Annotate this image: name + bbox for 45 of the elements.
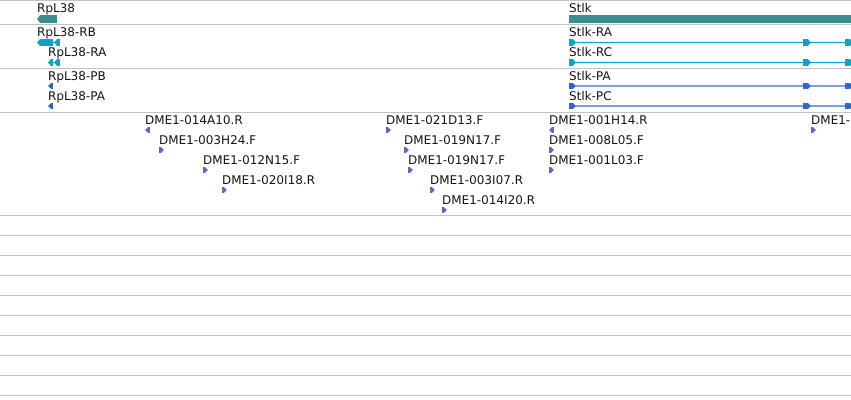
triangle-icon[interactable] bbox=[203, 167, 208, 173]
triangle-icon[interactable] bbox=[222, 187, 227, 193]
feature-label[interactable]: Stlk-RC bbox=[569, 46, 612, 59]
triangle-icon[interactable] bbox=[408, 167, 413, 173]
feature-label[interactable]: Stlk-PA bbox=[569, 70, 611, 83]
triangle-icon[interactable] bbox=[811, 127, 816, 133]
triangle-icon[interactable] bbox=[549, 167, 554, 173]
triangle-icon[interactable] bbox=[145, 127, 150, 133]
feature-label[interactable]: DME1-001H14.R bbox=[549, 114, 648, 127]
protein-drawing[interactable] bbox=[569, 83, 851, 89]
feature-label[interactable]: DME1-019N17.F bbox=[404, 134, 502, 147]
feature-label[interactable]: Stlk-PC bbox=[569, 90, 612, 103]
triangle-icon[interactable] bbox=[386, 127, 391, 133]
feature-label[interactable]: RpL38-RB bbox=[37, 26, 96, 39]
feature-label[interactable]: RpL38-RA bbox=[48, 46, 106, 59]
protein-drawing[interactable] bbox=[569, 103, 851, 109]
feature-label[interactable]: RpL38-PA bbox=[48, 90, 105, 103]
triangle-icon[interactable] bbox=[549, 127, 554, 133]
triangle-icon[interactable] bbox=[404, 147, 409, 153]
protein-drawing[interactable] bbox=[48, 83, 53, 89]
feature-label[interactable]: DME1-003H24.F bbox=[159, 134, 256, 147]
feature-label[interactable]: DME1-012N15.F bbox=[203, 154, 300, 167]
feature-label[interactable]: Stlk bbox=[569, 2, 592, 15]
feature-label[interactable]: DME1- bbox=[811, 114, 850, 127]
feature-label[interactable]: DME1-008L05.F bbox=[549, 134, 644, 147]
triangle-icon[interactable] bbox=[159, 147, 164, 153]
feature-label[interactable]: RpL38-PB bbox=[48, 70, 106, 83]
feature-label[interactable]: DME1-001L03.F bbox=[549, 154, 644, 167]
feature-label[interactable]: DME1-014I20.R bbox=[442, 194, 536, 207]
triangle-icon[interactable] bbox=[442, 207, 447, 213]
feature-label[interactable]: RpL38 bbox=[37, 2, 75, 15]
transcript-drawing[interactable] bbox=[37, 39, 60, 46]
feature-label[interactable]: DME1-014A10.R bbox=[145, 114, 243, 127]
protein-drawing[interactable] bbox=[48, 103, 53, 109]
feature-label[interactable]: Stlk-RA bbox=[569, 26, 612, 39]
gene-bar[interactable] bbox=[37, 15, 57, 23]
triangle-icon[interactable] bbox=[549, 147, 554, 153]
feature-label[interactable]: DME1-019N17.F bbox=[408, 154, 506, 167]
feature-label[interactable]: DME1-020I18.R bbox=[222, 174, 316, 187]
transcript-drawing[interactable] bbox=[569, 59, 851, 66]
transcript-drawing[interactable] bbox=[569, 39, 851, 46]
feature-label[interactable]: DME1-021D13.F bbox=[386, 114, 484, 127]
triangle-icon[interactable] bbox=[430, 187, 435, 193]
feature-label[interactable]: DME1-003I07.R bbox=[430, 174, 524, 187]
transcript-drawing[interactable] bbox=[48, 59, 60, 66]
